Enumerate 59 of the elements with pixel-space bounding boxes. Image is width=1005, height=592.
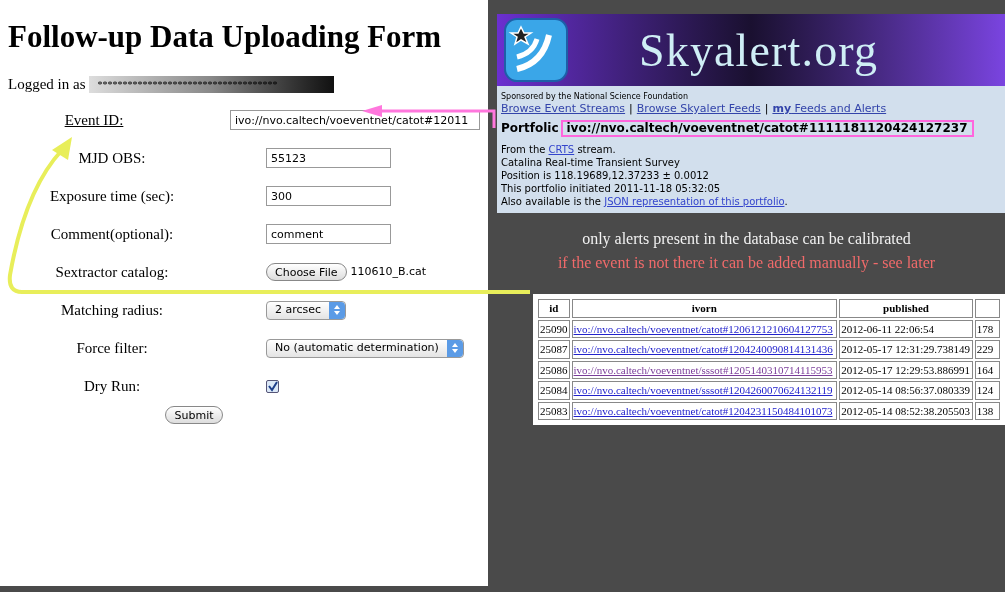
table-cell: 25084 [538, 381, 570, 400]
table-cell: 25083 [538, 401, 570, 420]
table-cell: 2012-06-11 22:06:54 [839, 319, 973, 338]
text-field[interactable]: 55123 [266, 148, 391, 169]
stepper-icon [446, 339, 463, 357]
field-label: Comment(optional): [50, 225, 174, 244]
table-cell: 2012-05-14 08:56:37.080339 [839, 381, 973, 400]
table-cell: 25087 [538, 340, 570, 359]
portfolio-info-line: Also available is the JSON representation of this portfolio. [501, 195, 789, 208]
checkbox[interactable] [266, 379, 279, 393]
table-cell: 2012-05-14 08:52:38.205503 [839, 401, 973, 420]
select-dropdown[interactable]: No (automatic determination) [266, 338, 464, 358]
skyalert-logo-icon [503, 17, 569, 83]
table-cell: 138 [974, 401, 1000, 420]
select-dropdown[interactable]: 2 arcsec [266, 300, 347, 320]
table-cell: 124 [974, 381, 1000, 400]
table-cell: 178 [974, 319, 1000, 338]
info-link[interactable]: CRTS [548, 144, 575, 155]
stepper-icon [329, 301, 346, 319]
banner-title: Skyalert.org [639, 23, 879, 78]
slide-caption: only alerts present in the database can be calibrated [582, 229, 911, 250]
table-cell: 25086 [538, 360, 570, 379]
table-cell: 2012-05-17 12:31:29.738149 [839, 340, 973, 359]
field-label: Dry Run: [83, 377, 141, 396]
nav-link[interactable]: Browse Skyalert Feeds [636, 102, 761, 115]
choose-file-button[interactable]: Choose File [266, 263, 347, 282]
field-label: Exposure time (sec): [49, 187, 175, 206]
nav-separator: | [629, 102, 633, 115]
form-title: Follow-up Data Uploading Form [8, 18, 443, 56]
nav-link[interactable]: my Feeds and Alerts [772, 102, 887, 115]
table-cell: 25090 [538, 319, 570, 338]
masked-username: ************************************ [89, 75, 335, 93]
portfolio-info-line: From the CRTS stream. [501, 143, 617, 156]
submit-button[interactable]: Submit [165, 406, 223, 425]
portfolio-info-line: Position is 118.19689,12.37233 ± 0.0012 [501, 169, 710, 182]
text-field[interactable]: ivo://nvo.caltech/voeventnet/catot#12011 [230, 110, 480, 131]
column-header: id [538, 299, 570, 318]
portfolio-info-line: Catalina Real-time Transient Survey [501, 156, 681, 169]
logged-in-label: Logged in as [8, 74, 86, 94]
column-header: published [839, 299, 973, 318]
field-label: Sextractor catalog: [55, 263, 169, 282]
column-header: ivorn [571, 299, 838, 318]
field-label: MJD OBS: [78, 149, 146, 168]
nav-link[interactable]: Browse Event Streams [501, 102, 626, 115]
portfolio-info-line: This portfolio initiated 2011-11-18 05:32:05 [501, 182, 722, 195]
field-label: Force filter: [76, 339, 148, 358]
file-name: 110610_B.cat [350, 264, 427, 280]
nav-separator: | [764, 102, 769, 115]
portfolio-id: ivo://nvo.caltech/voeventnet/catot#1111181120424127237 [560, 120, 974, 137]
table-cell: 2012-05-17 12:29:53.886991 [839, 360, 973, 379]
portfolio-label: Portfolic [501, 122, 559, 135]
table-cell: 229 [974, 340, 1000, 359]
slide-caption: if the event is not there it can be added manually - see later [557, 253, 936, 274]
field-label: Matching radius: [60, 301, 164, 320]
table-cell: 164 [974, 360, 1000, 379]
text-field[interactable]: 300 [266, 186, 391, 207]
text-field[interactable]: comment [266, 224, 391, 245]
sponsor-text: Sponsored by the National Science Foundation [501, 91, 689, 102]
event-id-link[interactable]: Event ID: [64, 109, 124, 132]
